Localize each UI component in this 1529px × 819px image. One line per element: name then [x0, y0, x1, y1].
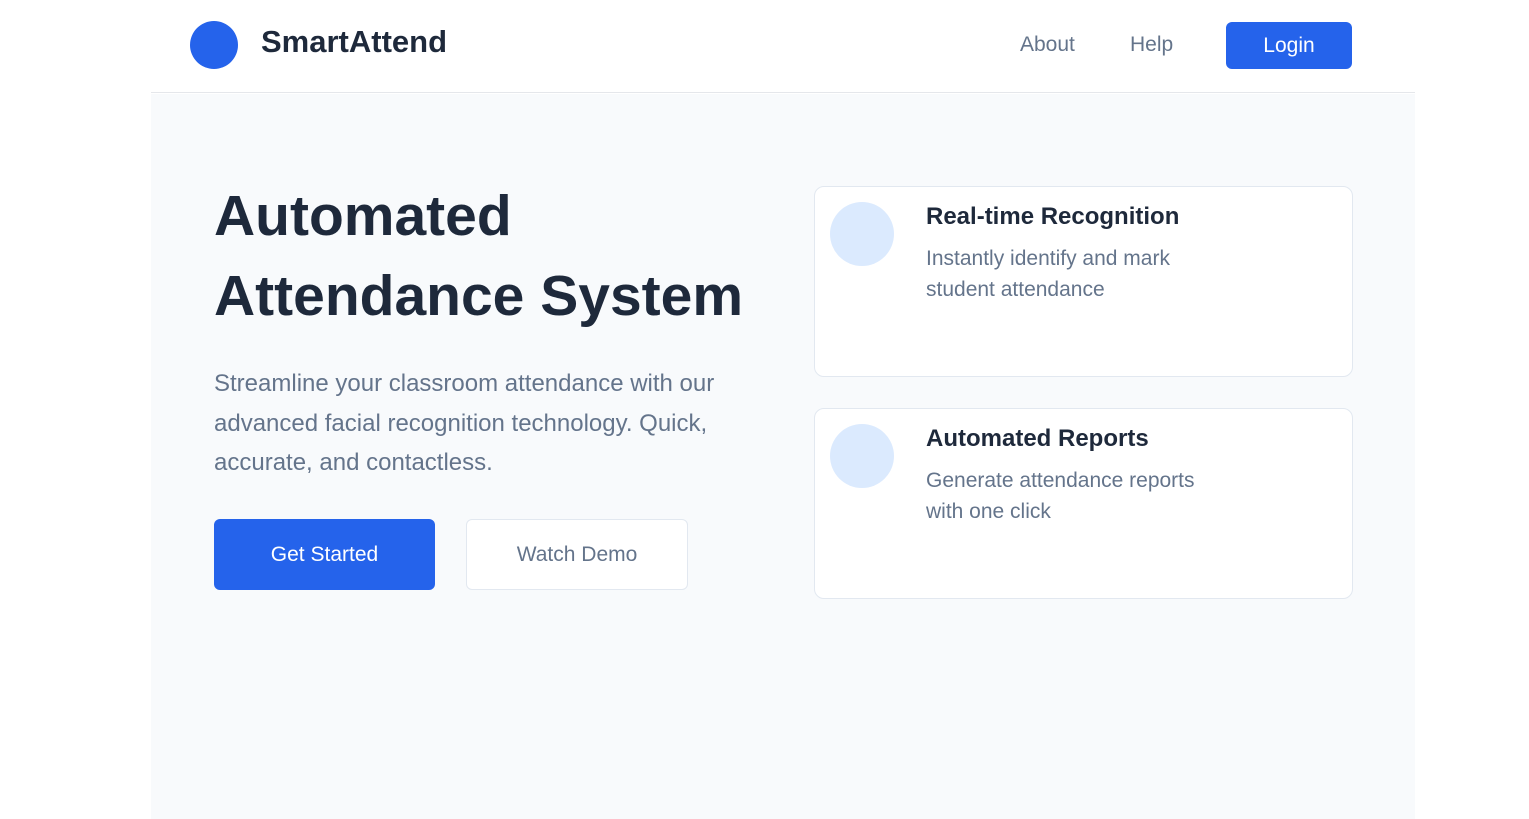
feature-card-realtime-recognition: Real-time Recognition Instantly identify…: [814, 186, 1353, 377]
watch-demo-button[interactable]: Watch Demo: [466, 519, 688, 590]
feature-card-title: Real-time Recognition: [926, 203, 1180, 230]
login-button[interactable]: Login: [1226, 22, 1352, 69]
brand-name[interactable]: SmartAttend: [261, 24, 447, 60]
logo-icon[interactable]: [190, 21, 238, 69]
hero-section: Automated Attendance System Streamline y…: [151, 94, 1415, 819]
top-navbar: SmartAttend About Help Login: [151, 0, 1415, 93]
reports-icon: [830, 424, 894, 488]
nav-about-link[interactable]: About: [1020, 32, 1075, 58]
hero-title: Automated Attendance System: [214, 184, 744, 328]
feature-card-description: Generate attendance reports with one cli…: [926, 469, 1195, 523]
feature-card-automated-reports: Automated Reports Generate attendance re…: [814, 408, 1353, 599]
feature-card-description: Instantly identify and mark student atte…: [926, 247, 1170, 301]
get-started-button[interactable]: Get Started: [214, 519, 435, 590]
feature-card-title: Automated Reports: [926, 425, 1149, 452]
hero-subtitle: Streamline your classroom attendance wit…: [214, 370, 715, 476]
recognition-icon: [830, 202, 894, 266]
nav-help-link[interactable]: Help: [1130, 32, 1173, 58]
page-container: SmartAttend About Help Login Automated A…: [151, 0, 1415, 819]
